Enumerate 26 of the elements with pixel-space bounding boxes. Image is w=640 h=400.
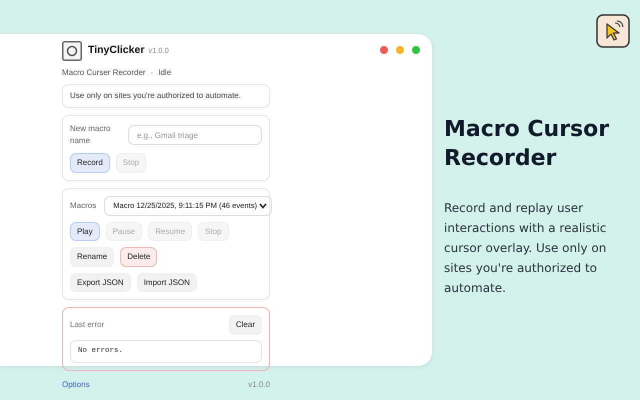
maximize-dot[interactable] — [412, 46, 420, 54]
minimize-dot[interactable] — [396, 46, 404, 54]
cursor-click-icon — [596, 14, 630, 48]
version-label: v1.0.0 — [248, 379, 270, 392]
macro-name-field[interactable]: e.g., Gmail triage — [128, 125, 262, 145]
action-button[interactable]: Record — [70, 153, 110, 173]
chevron-down-icon — [259, 202, 268, 209]
field-label: Macros — [70, 200, 96, 212]
app-logo-icon — [62, 41, 82, 61]
clear-button[interactable]: Clear — [228, 315, 262, 335]
action-button[interactable]: Import JSON — [136, 272, 197, 292]
error-label: Last error — [70, 319, 104, 332]
notice-text: Use only on sites you're authorized to automate. — [62, 84, 270, 108]
subtitle: Macro Curser Recorder — [62, 67, 146, 79]
promo-description: Record and replay user interactions with a realistic cursor overlay. Use only on sites you're authorized to automate. — [444, 200, 608, 297]
app-name: TinyClicker — [88, 43, 144, 58]
promo-title: Macro Cursor Recorder — [444, 116, 610, 173]
action-button[interactable]: Export JSON — [70, 272, 131, 292]
status-label: Idle — [158, 67, 172, 79]
field-label: New macro name — [70, 123, 112, 147]
close-dot[interactable] — [380, 46, 388, 54]
action-button[interactable]: Rename — [70, 247, 114, 267]
action-button[interactable]: Delete — [120, 247, 158, 267]
separator: · — [150, 67, 154, 79]
action-button[interactable]: Play — [70, 222, 100, 242]
options-link[interactable]: Options — [62, 379, 90, 392]
